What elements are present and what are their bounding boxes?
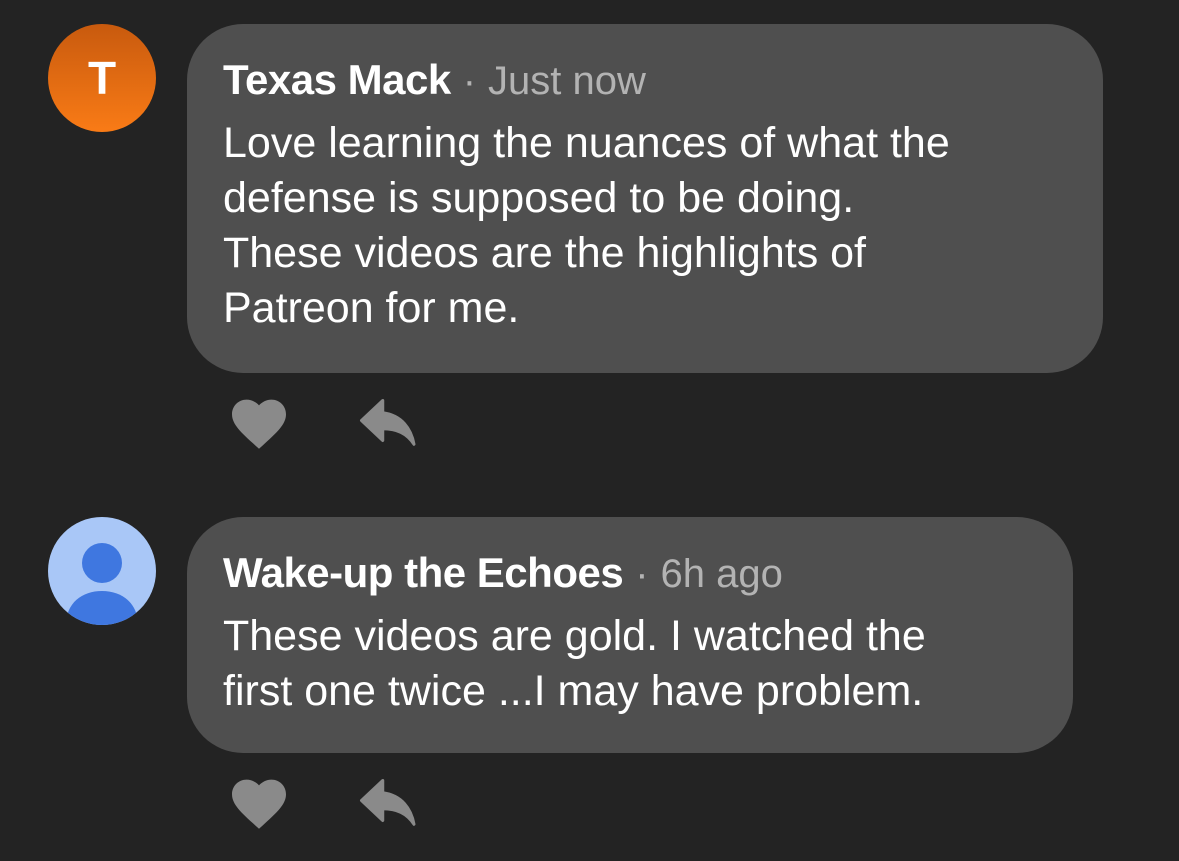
comment-meta: Wake-up the Echoes · 6h ago: [223, 549, 1037, 597]
comment-actions: [228, 774, 420, 832]
author-name[interactable]: Wake-up the Echoes: [223, 549, 624, 597]
avatar[interactable]: [48, 517, 156, 625]
comment-bubble: Wake-up the Echoes · 6h ago These videos…: [187, 517, 1073, 753]
reply-icon: [360, 779, 416, 826]
person-icon: [66, 543, 138, 625]
comment-item: Wake-up the Echoes · 6h ago These videos…: [0, 0, 1179, 861]
comment-text: These videos are gold. I watched the fir…: [223, 612, 926, 715]
reply-button[interactable]: [358, 774, 420, 832]
heart-icon: [232, 779, 286, 829]
timestamp: 6h ago: [660, 552, 783, 596]
meta-separator: ·: [635, 552, 649, 596]
like-button[interactable]: [228, 774, 290, 832]
